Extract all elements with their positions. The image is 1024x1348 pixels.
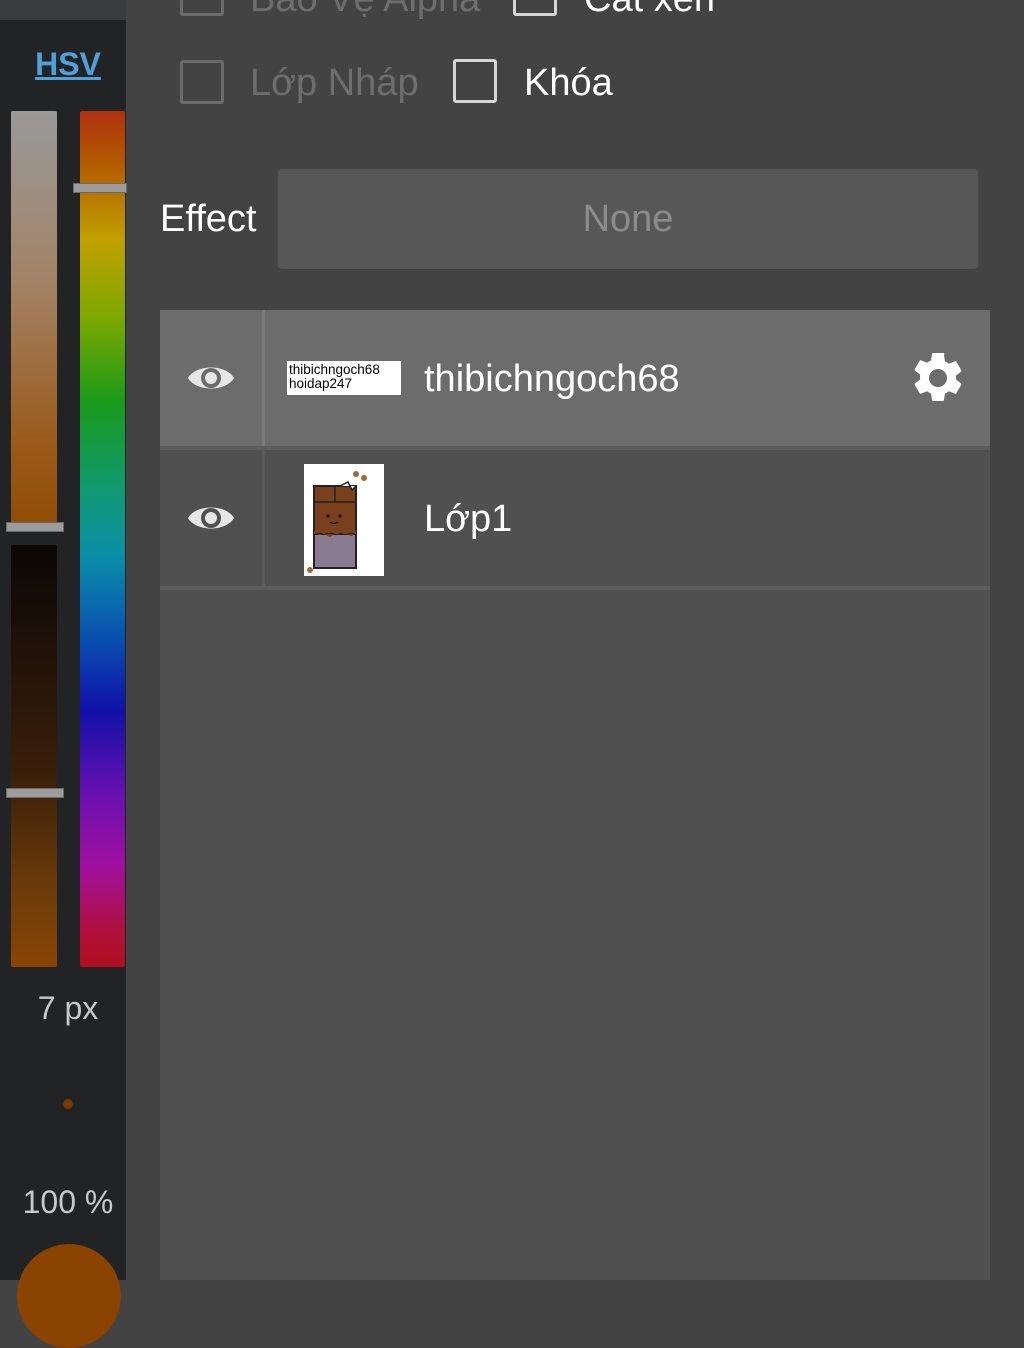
effect-label: Effect [160, 198, 257, 240]
eye-icon[interactable] [186, 498, 236, 538]
hue-slider-handle[interactable] [73, 183, 127, 193]
value-slider-handle[interactable] [6, 788, 64, 798]
alpha-protect-label: Bảo Vệ Alpha [250, 0, 480, 21]
layer-list: thibichngoch68 hoidap247 thibichngoch68 [160, 310, 990, 1280]
layer-row[interactable]: Lớp1 [160, 450, 990, 590]
row-divider [262, 310, 265, 446]
alpha-protect-checkbox[interactable] [180, 0, 224, 16]
color-panel: HSV 7 px 100 % [0, 0, 127, 1348]
color-mode-toggle[interactable]: HSV [0, 46, 136, 83]
layer-row[interactable]: thibichngoch68 hoidap247 thibichngoch68 [160, 310, 990, 450]
clipping-checkbox[interactable] [513, 0, 557, 16]
value-slider[interactable] [11, 545, 57, 967]
thumbnail-text-line: thibichngoch68 [289, 362, 380, 377]
draft-layer-checkbox[interactable] [180, 60, 224, 104]
brush-size-value[interactable]: 7 px [0, 990, 136, 1027]
layer-thumbnail: thibichngoch68 hoidap247 [287, 361, 401, 395]
brush-preview-dot [63, 1099, 73, 1109]
panel-top-strip [0, 0, 126, 20]
eye-icon[interactable] [186, 358, 236, 398]
gear-icon[interactable] [908, 348, 968, 408]
layer-thumbnail [304, 464, 384, 576]
layer-name: Lớp1 [424, 498, 513, 540]
row-divider [262, 450, 265, 586]
hue-slider[interactable] [80, 111, 125, 967]
chocolate-drawing-icon [307, 471, 367, 573]
saturation-slider[interactable] [11, 111, 57, 529]
saturation-slider-handle[interactable] [6, 522, 64, 532]
draft-layer-label: Lớp Nháp [250, 62, 419, 104]
opacity-value[interactable]: 100 % [0, 1184, 136, 1221]
thumbnail-text-line: hoidap247 [289, 376, 353, 391]
effect-select[interactable]: None [278, 169, 978, 269]
current-color-swatch[interactable] [17, 1244, 121, 1348]
lock-label: Khóa [524, 62, 613, 104]
clipping-label: Cắt xén [584, 0, 715, 21]
lock-checkbox[interactable] [453, 59, 497, 103]
layer-name: thibichngoch68 [424, 358, 680, 400]
